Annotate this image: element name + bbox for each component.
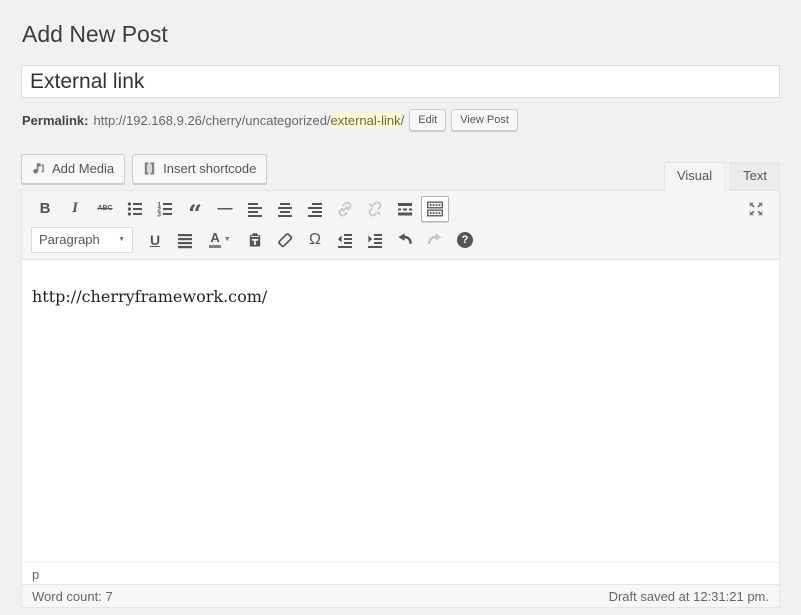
page-title: Add New Post: [22, 20, 780, 49]
post-title-input[interactable]: [21, 65, 780, 98]
special-character-button[interactable]: Ω: [301, 227, 329, 253]
text-color-caret-icon: ▼: [224, 236, 231, 243]
blockquote-button[interactable]: “: [181, 196, 209, 222]
editor-statusbar: Word count: 7 Draft saved at 12:31:21 pm…: [22, 584, 779, 607]
path-item-p[interactable]: p: [32, 567, 39, 582]
mce-toolbar: B I ABC 1 2 3: [22, 191, 779, 260]
permalink-slug: external-link: [331, 113, 401, 128]
toolbar-toggle-button[interactable]: [421, 196, 449, 222]
bold-icon: B: [40, 200, 51, 217]
help-button[interactable]: ?: [451, 227, 479, 253]
undo-icon: [395, 230, 415, 250]
redo-icon: [425, 230, 445, 250]
element-path-bar: p: [22, 562, 779, 584]
eraser-icon: [275, 230, 295, 250]
redo-button[interactable]: [421, 227, 449, 253]
italic-icon: I: [72, 200, 78, 217]
svg-text:3: 3: [157, 211, 161, 218]
paragraph-format-select[interactable]: Paragraph ▼: [31, 227, 133, 253]
numbered-list-button[interactable]: 1 2 3: [151, 196, 179, 222]
text-color-button[interactable]: A ▼: [201, 227, 239, 253]
bullet-list-icon: [125, 199, 145, 219]
word-count: Word count: 7: [32, 589, 113, 604]
insert-shortcode-label: Insert shortcode: [163, 161, 256, 176]
strikethrough-icon: ABC: [97, 205, 112, 212]
align-center-icon: [275, 199, 295, 219]
fullscreen-button[interactable]: [742, 196, 770, 222]
horizontal-rule-icon: —: [218, 200, 233, 217]
toolbar-row-2: Paragraph ▼ U A ▼: [30, 225, 771, 254]
editor-tabs: Visual Text: [659, 162, 780, 191]
underline-button[interactable]: U: [141, 227, 169, 253]
insert-shortcode-button[interactable]: Insert shortcode: [132, 154, 267, 184]
link-icon: [335, 199, 355, 219]
toolbar-row-1: B I ABC 1 2 3: [30, 194, 771, 223]
more-tag-button[interactable]: [391, 196, 419, 222]
word-count-value: 7: [105, 589, 112, 604]
outdent-icon: [335, 230, 355, 250]
clear-formatting-button[interactable]: [271, 227, 299, 253]
bold-button[interactable]: B: [31, 196, 59, 222]
chevron-down-icon: ▼: [118, 236, 125, 243]
editor-wrap: Add Media Insert shortcode: [21, 154, 780, 608]
tab-visual[interactable]: Visual: [664, 162, 725, 191]
bullet-list-button[interactable]: [121, 196, 149, 222]
tab-text[interactable]: Text: [730, 162, 780, 191]
paste-as-text-icon: [245, 230, 265, 250]
editor-container: B I ABC 1 2 3: [21, 190, 780, 608]
align-left-button[interactable]: [241, 196, 269, 222]
underline-icon: U: [150, 232, 160, 248]
justify-icon: [175, 230, 195, 250]
more-tag-icon: [395, 199, 415, 219]
indent-button[interactable]: [361, 227, 389, 253]
align-right-button[interactable]: [301, 196, 329, 222]
permalink-url: http://192.168.9.26/cherry/uncategorized…: [93, 113, 404, 128]
add-media-label: Add Media: [52, 161, 114, 176]
editor-paragraph: http://cherryframework.com/: [32, 287, 769, 306]
omega-icon: Ω: [309, 231, 321, 249]
align-left-icon: [245, 199, 265, 219]
numbered-list-icon: 1 2 3: [155, 199, 175, 219]
media-icon: [30, 160, 47, 177]
editor-body[interactable]: http://cherryframework.com/: [22, 260, 779, 562]
draft-saved-status: Draft saved at 12:31:21 pm.: [609, 589, 769, 604]
paste-as-text-button[interactable]: [241, 227, 269, 253]
undo-button[interactable]: [391, 227, 419, 253]
toolbar-toggle-icon: [425, 199, 445, 219]
outdent-button[interactable]: [331, 227, 359, 253]
align-center-button[interactable]: [271, 196, 299, 222]
media-buttons: Add Media Insert shortcode: [21, 154, 267, 190]
align-right-icon: [305, 199, 325, 219]
permalink-label: Permalink:: [22, 113, 88, 128]
fullscreen-icon: [747, 200, 765, 218]
edit-permalink-button[interactable]: Edit: [409, 109, 446, 131]
blockquote-icon: “: [188, 212, 202, 216]
add-media-button[interactable]: Add Media: [21, 154, 125, 184]
italic-button[interactable]: I: [61, 196, 89, 222]
view-post-button[interactable]: View Post: [451, 109, 518, 131]
indent-icon: [365, 230, 385, 250]
add-new-post-page: Add New Post Permalink: http://192.168.9…: [0, 0, 801, 608]
horizontal-rule-button[interactable]: —: [211, 196, 239, 222]
justify-button[interactable]: [171, 227, 199, 253]
text-color-icon: A: [209, 231, 220, 248]
paragraph-format-value: Paragraph: [39, 232, 100, 247]
unlink-button[interactable]: [361, 196, 389, 222]
permalink: Permalink: http://192.168.9.26/cherry/un…: [22, 109, 780, 131]
help-icon: ?: [457, 232, 473, 248]
shortcode-icon: [141, 160, 158, 177]
strikethrough-button[interactable]: ABC: [91, 196, 119, 222]
unlink-icon: [365, 199, 385, 219]
link-button[interactable]: [331, 196, 359, 222]
title-wrap: [21, 65, 780, 98]
